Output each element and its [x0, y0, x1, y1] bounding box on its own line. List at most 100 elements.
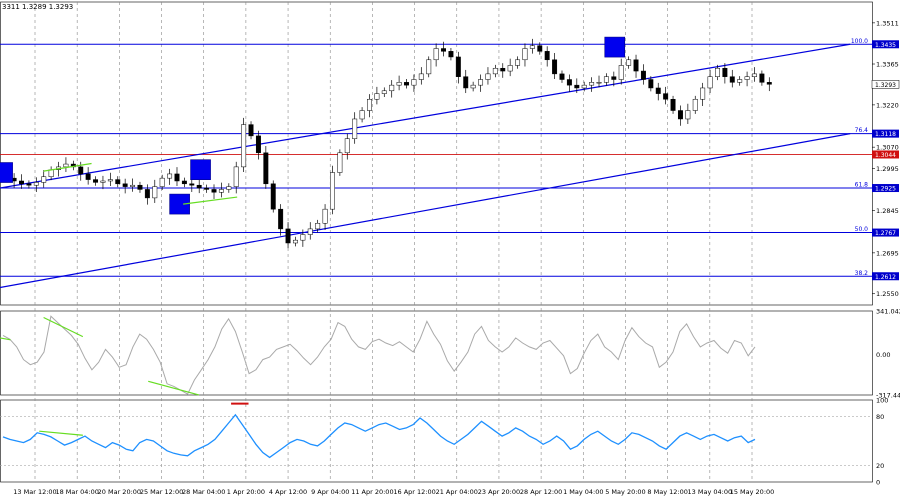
x-tick-label: 28 Mar 04:00	[182, 488, 225, 496]
rsi-tick-label: 0	[876, 479, 880, 487]
x-tick-label: 15 May 20:00	[730, 488, 775, 496]
candle-body	[248, 124, 254, 137]
candle-body	[115, 179, 121, 185]
candle-body	[107, 179, 113, 182]
candle-body	[152, 186, 158, 199]
candle-body	[596, 82, 602, 84]
fib-level-label: 76.4	[855, 127, 869, 134]
candle-body	[33, 182, 39, 186]
candle-body	[700, 87, 706, 100]
candle-body	[485, 73, 491, 80]
candle-body	[315, 223, 321, 230]
candle-body	[670, 98, 676, 111]
candle-body	[322, 208, 328, 224]
candle-body	[441, 48, 446, 52]
forex-chart: 100.0 76.4 61.8 50.0 38.2 13 Mar 12:00 18 Mar…	[0, 0, 900, 500]
candle-body	[404, 82, 409, 86]
x-tick-label: 16 Apr 12:00	[393, 488, 435, 496]
candle-body	[655, 87, 661, 94]
candle-body	[589, 82, 595, 86]
candle-body	[448, 51, 454, 58]
candle-body	[196, 184, 202, 189]
candle-body	[618, 65, 624, 80]
candle-body	[285, 228, 291, 244]
candle-body	[307, 228, 313, 235]
signal-box	[604, 36, 626, 58]
rsi-tick-label: 80	[876, 413, 884, 421]
candle-body	[300, 234, 306, 241]
candle-body	[581, 84, 587, 89]
candle-body	[766, 82, 772, 85]
candle-body	[433, 48, 439, 61]
candle-body	[85, 173, 91, 180]
current-price-text: 1.3293	[875, 82, 896, 89]
x-tick-label: 9 Apr 04:00	[311, 488, 349, 496]
fib-price-tag-text: 1.3118	[875, 131, 896, 138]
candle-body	[552, 59, 558, 75]
red-price-tag-text: 1.3044	[875, 152, 896, 159]
candle-body	[463, 76, 469, 89]
candle-body	[722, 67, 728, 77]
candle-body	[63, 163, 69, 168]
candle-body	[396, 82, 402, 86]
candle-body	[174, 173, 180, 182]
fib-price-tag-text: 1.3435	[875, 42, 896, 49]
candle-body	[389, 84, 395, 92]
ohlc-readout: 3311 1.3289 1.3293	[2, 3, 73, 11]
candle-body	[41, 176, 47, 183]
x-tick-label: 5 May 20:00	[605, 488, 645, 496]
rsi-tick-label: 20	[876, 462, 884, 470]
fib-level-label: 50.0	[855, 226, 869, 233]
candle-body	[685, 110, 691, 120]
x-tick-label: 8 May 12:00	[647, 488, 687, 496]
candle-body	[352, 118, 358, 139]
candle-body	[492, 67, 498, 75]
fib-level-label: 100.0	[851, 38, 868, 45]
cci-tick-label: 0.00	[876, 351, 890, 359]
candle-body	[263, 152, 269, 185]
candle-body	[759, 73, 765, 83]
candle-body	[418, 73, 424, 80]
candle-body	[100, 180, 106, 183]
candle-body	[122, 183, 128, 187]
fib-level-label: 38.2	[855, 270, 869, 277]
candle-body	[381, 90, 387, 94]
x-tick-label: 4 Apr 12:00	[269, 488, 307, 496]
candle-body	[522, 48, 528, 61]
price-tick-label: 1.3365	[876, 61, 899, 69]
candle-body	[744, 76, 750, 80]
candle-body	[78, 166, 84, 175]
candle-body	[344, 138, 350, 154]
price-tick-label: 1.3511	[876, 19, 899, 27]
candle-body	[455, 56, 461, 77]
candle-body	[752, 73, 757, 77]
price-tick-label: 1.2845	[876, 207, 899, 215]
candle-body	[241, 124, 247, 168]
candle-body	[574, 84, 580, 89]
candle-body	[270, 183, 276, 210]
price-tick-label: 1.3220	[876, 101, 899, 109]
candle-body	[292, 239, 298, 244]
fib-price-tag-text: 1.2925	[875, 186, 896, 193]
chart-canvas[interactable]: 100.0 76.4 61.8 50.0 38.2 13 Mar 12:0018 Mar…	[0, 0, 900, 500]
fib-price-tag-text: 1.2767	[875, 230, 896, 237]
candle-body	[19, 180, 24, 185]
candle-body	[611, 76, 617, 80]
candle-body	[359, 110, 365, 120]
candle-body	[411, 79, 417, 86]
candle-body	[692, 98, 698, 111]
candle-body	[93, 179, 99, 183]
x-tick-label: 11 Apr 20:00	[351, 488, 393, 496]
candle-body	[226, 186, 232, 190]
candle-body	[278, 208, 284, 230]
candle-body	[677, 110, 683, 120]
candle-body	[144, 189, 150, 199]
price-tick-label: 1.2995	[876, 165, 899, 173]
signal-box	[190, 159, 211, 181]
x-tick-label: 23 Apr 20:00	[478, 488, 520, 496]
candle-body	[130, 184, 136, 187]
candle-body	[330, 172, 335, 210]
x-tick-label: 20 Mar 20:00	[98, 488, 141, 496]
candle-body	[470, 84, 476, 89]
x-tick-label: 18 Mar 04:00	[55, 488, 98, 496]
